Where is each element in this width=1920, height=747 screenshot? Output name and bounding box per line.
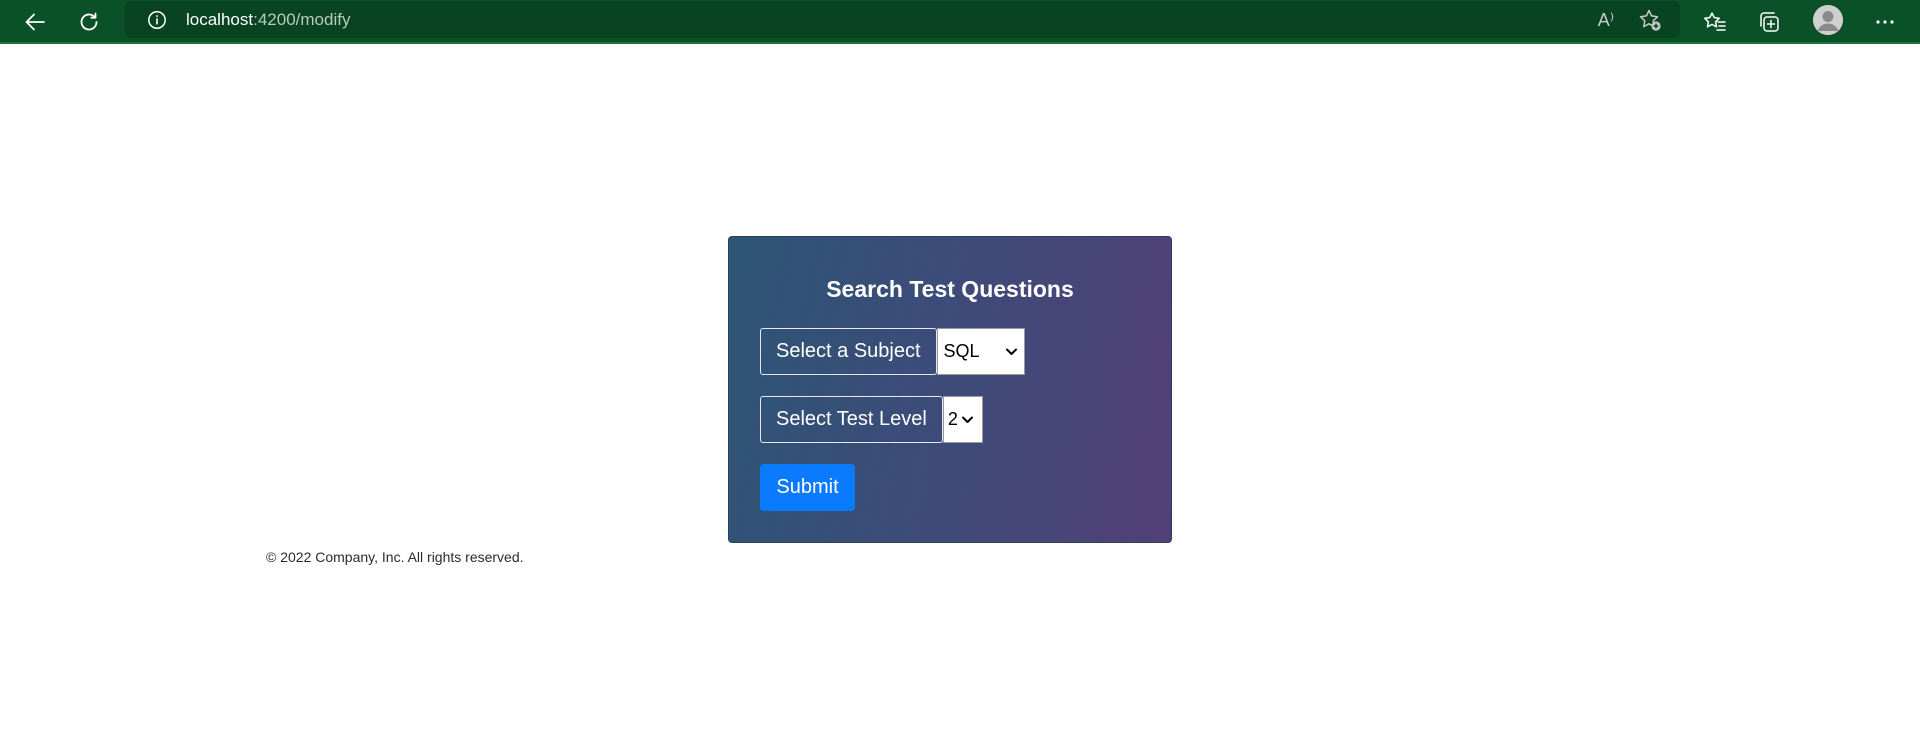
submit-button[interactable]: Submit [760, 464, 855, 511]
level-select-value: 2 [947, 409, 958, 429]
form-title: Search Test Questions [826, 276, 1074, 302]
read-aloud-icon[interactable]: A⁾ [1588, 2, 1624, 38]
chevron-down-icon [1005, 348, 1017, 355]
level-row: Select Test Level 2 [760, 396, 983, 443]
subject-select-value: SQL [943, 341, 980, 361]
refresh-icon[interactable] [71, 4, 107, 40]
subject-label: Select a Subject [760, 328, 937, 375]
url-text[interactable]: localhost:4200/modify [186, 10, 350, 30]
back-icon[interactable] [17, 4, 53, 40]
level-select[interactable]: 2 [942, 396, 983, 443]
read-aloud-glyph: A⁾ [1597, 9, 1615, 30]
info-icon[interactable] [145, 8, 169, 32]
favorites-icon[interactable] [1697, 4, 1733, 40]
footer-copyright: © 2022 Company, Inc. All rights reserved… [266, 549, 524, 565]
collections-icon[interactable] [1751, 4, 1787, 40]
add-favorite-icon[interactable] [1632, 2, 1668, 38]
browser-toolbar: localhost:4200/modify A⁾ [0, 0, 1920, 44]
subject-select[interactable]: SQL [936, 328, 1025, 375]
more-icon[interactable] [1867, 4, 1903, 40]
level-label: Select Test Level [760, 396, 943, 443]
subject-row: Select a Subject SQL [760, 328, 1025, 375]
url-path: :4200/modify [253, 10, 351, 29]
url-host: localhost [186, 10, 254, 29]
profile-icon[interactable] [1813, 5, 1843, 35]
search-form-card: Search Test Questions Select a Subject S… [728, 236, 1172, 543]
chevron-down-icon [961, 416, 973, 423]
address-bar[interactable]: localhost:4200/modify A⁾ [125, 1, 1680, 38]
